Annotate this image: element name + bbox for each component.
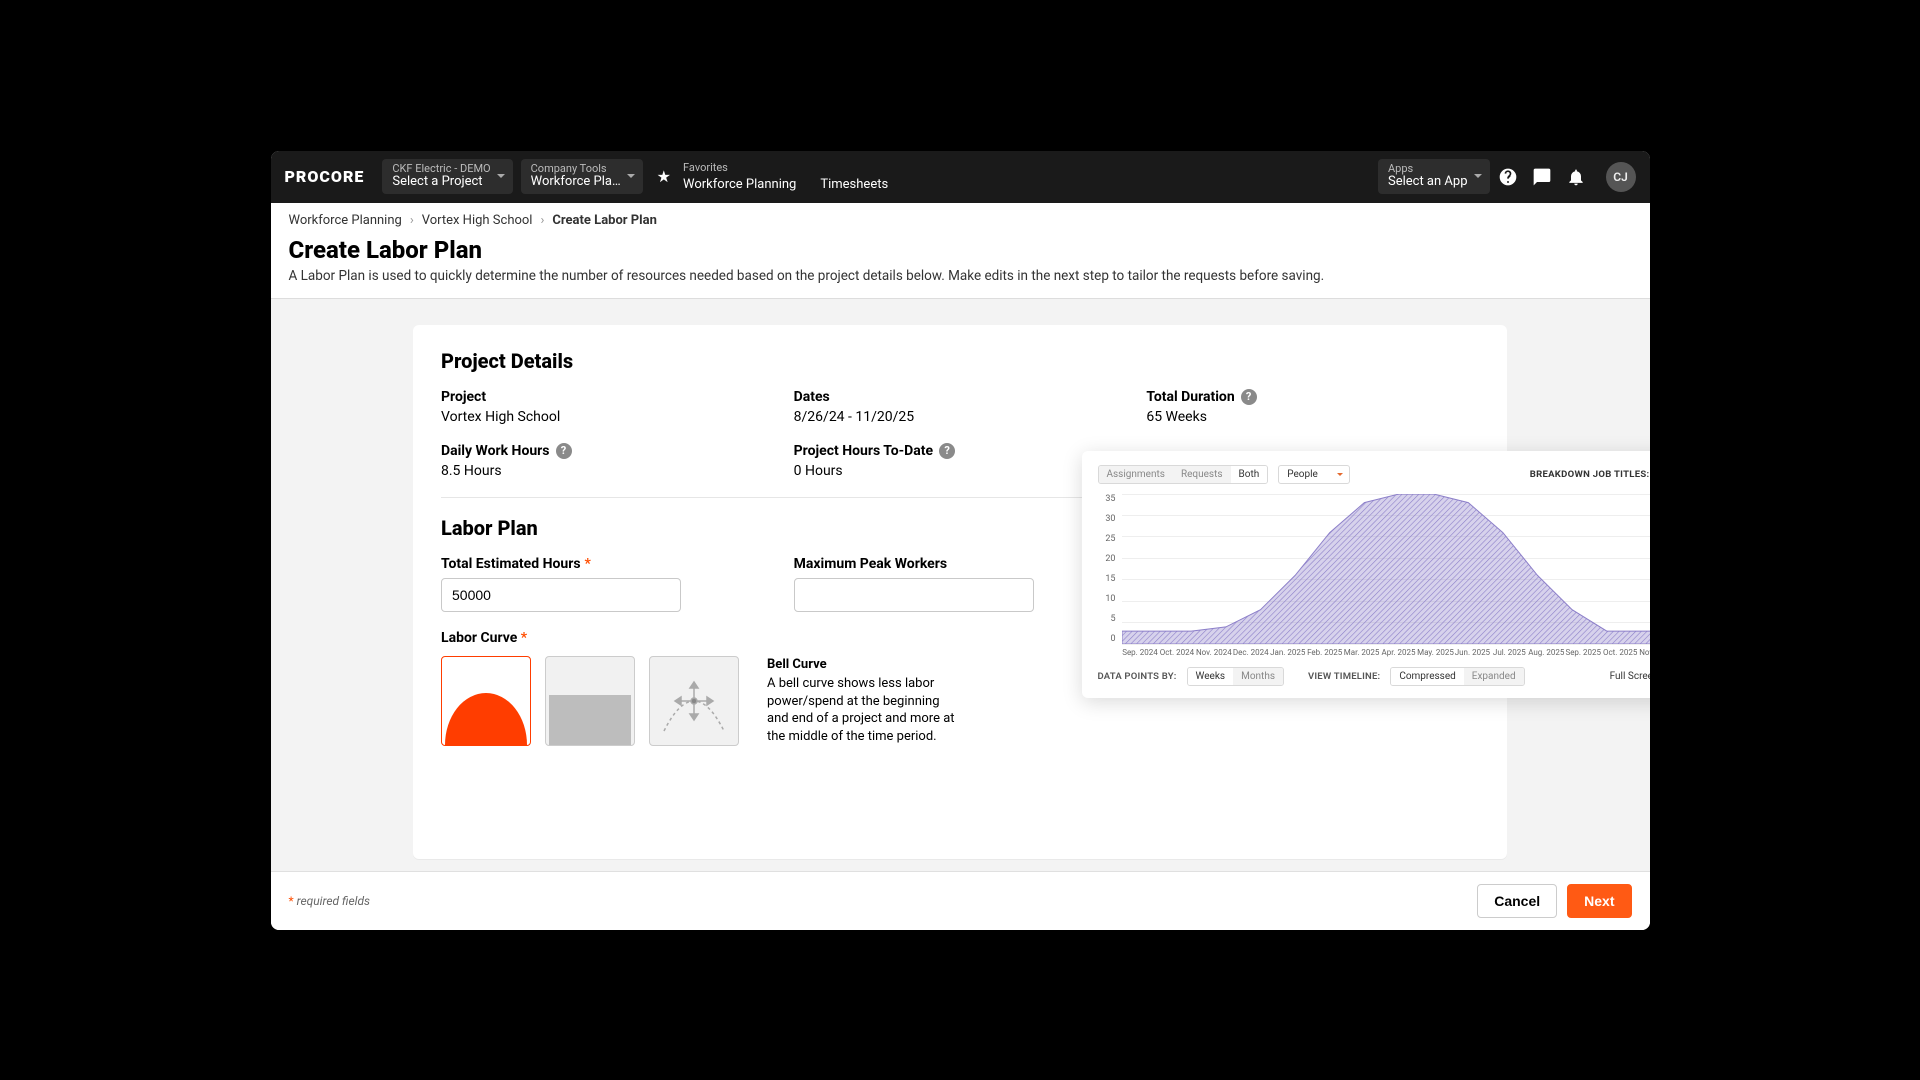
tab-both[interactable]: Both [1231,466,1268,483]
section-title: Project Details [441,349,1479,373]
timeline-toggle[interactable]: Compressed Expanded [1390,667,1524,686]
chart-preview-panel: Assignments Requests Both People BREAKDO… [1082,451,1650,698]
timeline-label: VIEW TIMELINE: [1308,671,1380,682]
bell-icon[interactable] [1566,167,1586,187]
apps-selector[interactable]: Apps Select an App [1378,159,1490,195]
required-note: * required fields [289,894,371,908]
chevron-right-icon: › [540,213,544,228]
breadcrumb: Workforce Planning › Vortex High School … [289,213,1632,228]
apps-selector-value: Select an App [1388,175,1468,190]
tools-selector-context: Company Tools [531,163,621,176]
ph-value: 0 Hours [794,463,1127,479]
star-icon[interactable]: ★ [657,167,671,186]
project-selector-context: CKF Electric - DEMO [392,163,490,176]
bell-curve-icon [445,693,527,745]
view-type-toggle[interactable]: Assignments Requests Both [1098,465,1269,484]
help-icon[interactable]: ? [939,443,955,459]
breadcrumb-item[interactable]: Vortex High School [422,213,533,228]
opt-weeks[interactable]: Weeks [1188,668,1234,685]
breakdown-label: BREAKDOWN JOB TITLES: [1530,469,1650,480]
help-icon[interactable] [1498,167,1518,187]
opt-months[interactable]: Months [1233,668,1283,685]
max-workers-input[interactable] [794,578,1034,612]
curve-desc-title: Bell Curve [767,656,957,674]
fullscreen-label: Full Screen [1610,671,1650,682]
project-label: Project [441,389,774,405]
tools-selector-value: Workforce Pla… [531,175,621,190]
people-select[interactable]: People [1278,465,1350,484]
topbar: PROCORE CKF Electric - DEMO Select a Pro… [271,151,1650,203]
dates-label: Dates [794,389,1127,405]
breadcrumb-current: Create Labor Plan [552,213,656,228]
help-icon[interactable]: ? [556,443,572,459]
flat-curve-icon [549,695,631,745]
chevron-right-icon: › [410,213,414,228]
logo: PROCORE [285,167,365,186]
page-header: Workforce Planning › Vortex High School … [271,203,1650,299]
project-selector-value: Select a Project [392,175,490,190]
apps-selector-context: Apps [1388,163,1468,176]
favorites-label: Favorites [683,161,888,174]
max-workers-label: Maximum Peak Workers [794,556,1127,572]
dates-value: 8/26/24 - 11/20/25 [794,409,1127,425]
avatar[interactable]: CJ [1606,162,1636,192]
breadcrumb-item[interactable]: Workforce Planning [289,213,402,228]
page-description: A Labor Plan is used to quickly determin… [289,268,1632,284]
page-title: Create Labor Plan [289,236,1632,264]
labor-curve-bell[interactable] [441,656,531,746]
datapoints-toggle[interactable]: Weeks Months [1187,667,1284,686]
tab-requests[interactable]: Requests [1173,466,1231,483]
fullscreen-button[interactable]: Full Screen [1610,669,1650,684]
datapoints-label: DATA POINTS BY: [1098,671,1177,682]
curve-desc-text: A bell curve shows less labor power/spen… [767,675,957,745]
cancel-button[interactable]: Cancel [1477,884,1557,918]
curve-description: Bell Curve A bell curve shows less labor… [767,656,957,746]
custom-curve-icon [650,657,738,745]
favorite-link[interactable]: Workforce Planning [683,177,796,192]
duration-value: 65 Weeks [1146,409,1479,425]
ph-label: Project Hours To-Date? [794,443,1127,459]
project-value: Vortex High School [441,409,774,425]
opt-compressed[interactable]: Compressed [1391,668,1463,685]
help-icon[interactable]: ? [1241,389,1257,405]
chat-icon[interactable] [1532,167,1552,187]
tab-assignments[interactable]: Assignments [1099,466,1173,483]
opt-expanded[interactable]: Expanded [1464,668,1524,685]
footer: * required fields Cancel Next [271,871,1650,930]
duration-label: Total Duration? [1146,389,1479,405]
labor-curve-flat[interactable] [545,656,635,746]
favorite-link[interactable]: Timesheets [820,177,888,192]
favorites-block: Favorites Workforce Planning Timesheets [683,161,888,192]
labor-curve-custom[interactable] [649,656,739,746]
dwh-value: 8.5 Hours [441,463,774,479]
tools-selector[interactable]: Company Tools Workforce Pla… [521,159,643,195]
next-button[interactable]: Next [1567,884,1631,918]
total-hours-input[interactable] [441,578,681,612]
labor-chart: 35302520151050 [1098,494,1650,644]
project-selector[interactable]: CKF Electric - DEMO Select a Project [382,159,512,195]
dwh-label: Daily Work Hours? [441,443,774,459]
total-hours-label: Total Estimated Hours* [441,556,774,572]
